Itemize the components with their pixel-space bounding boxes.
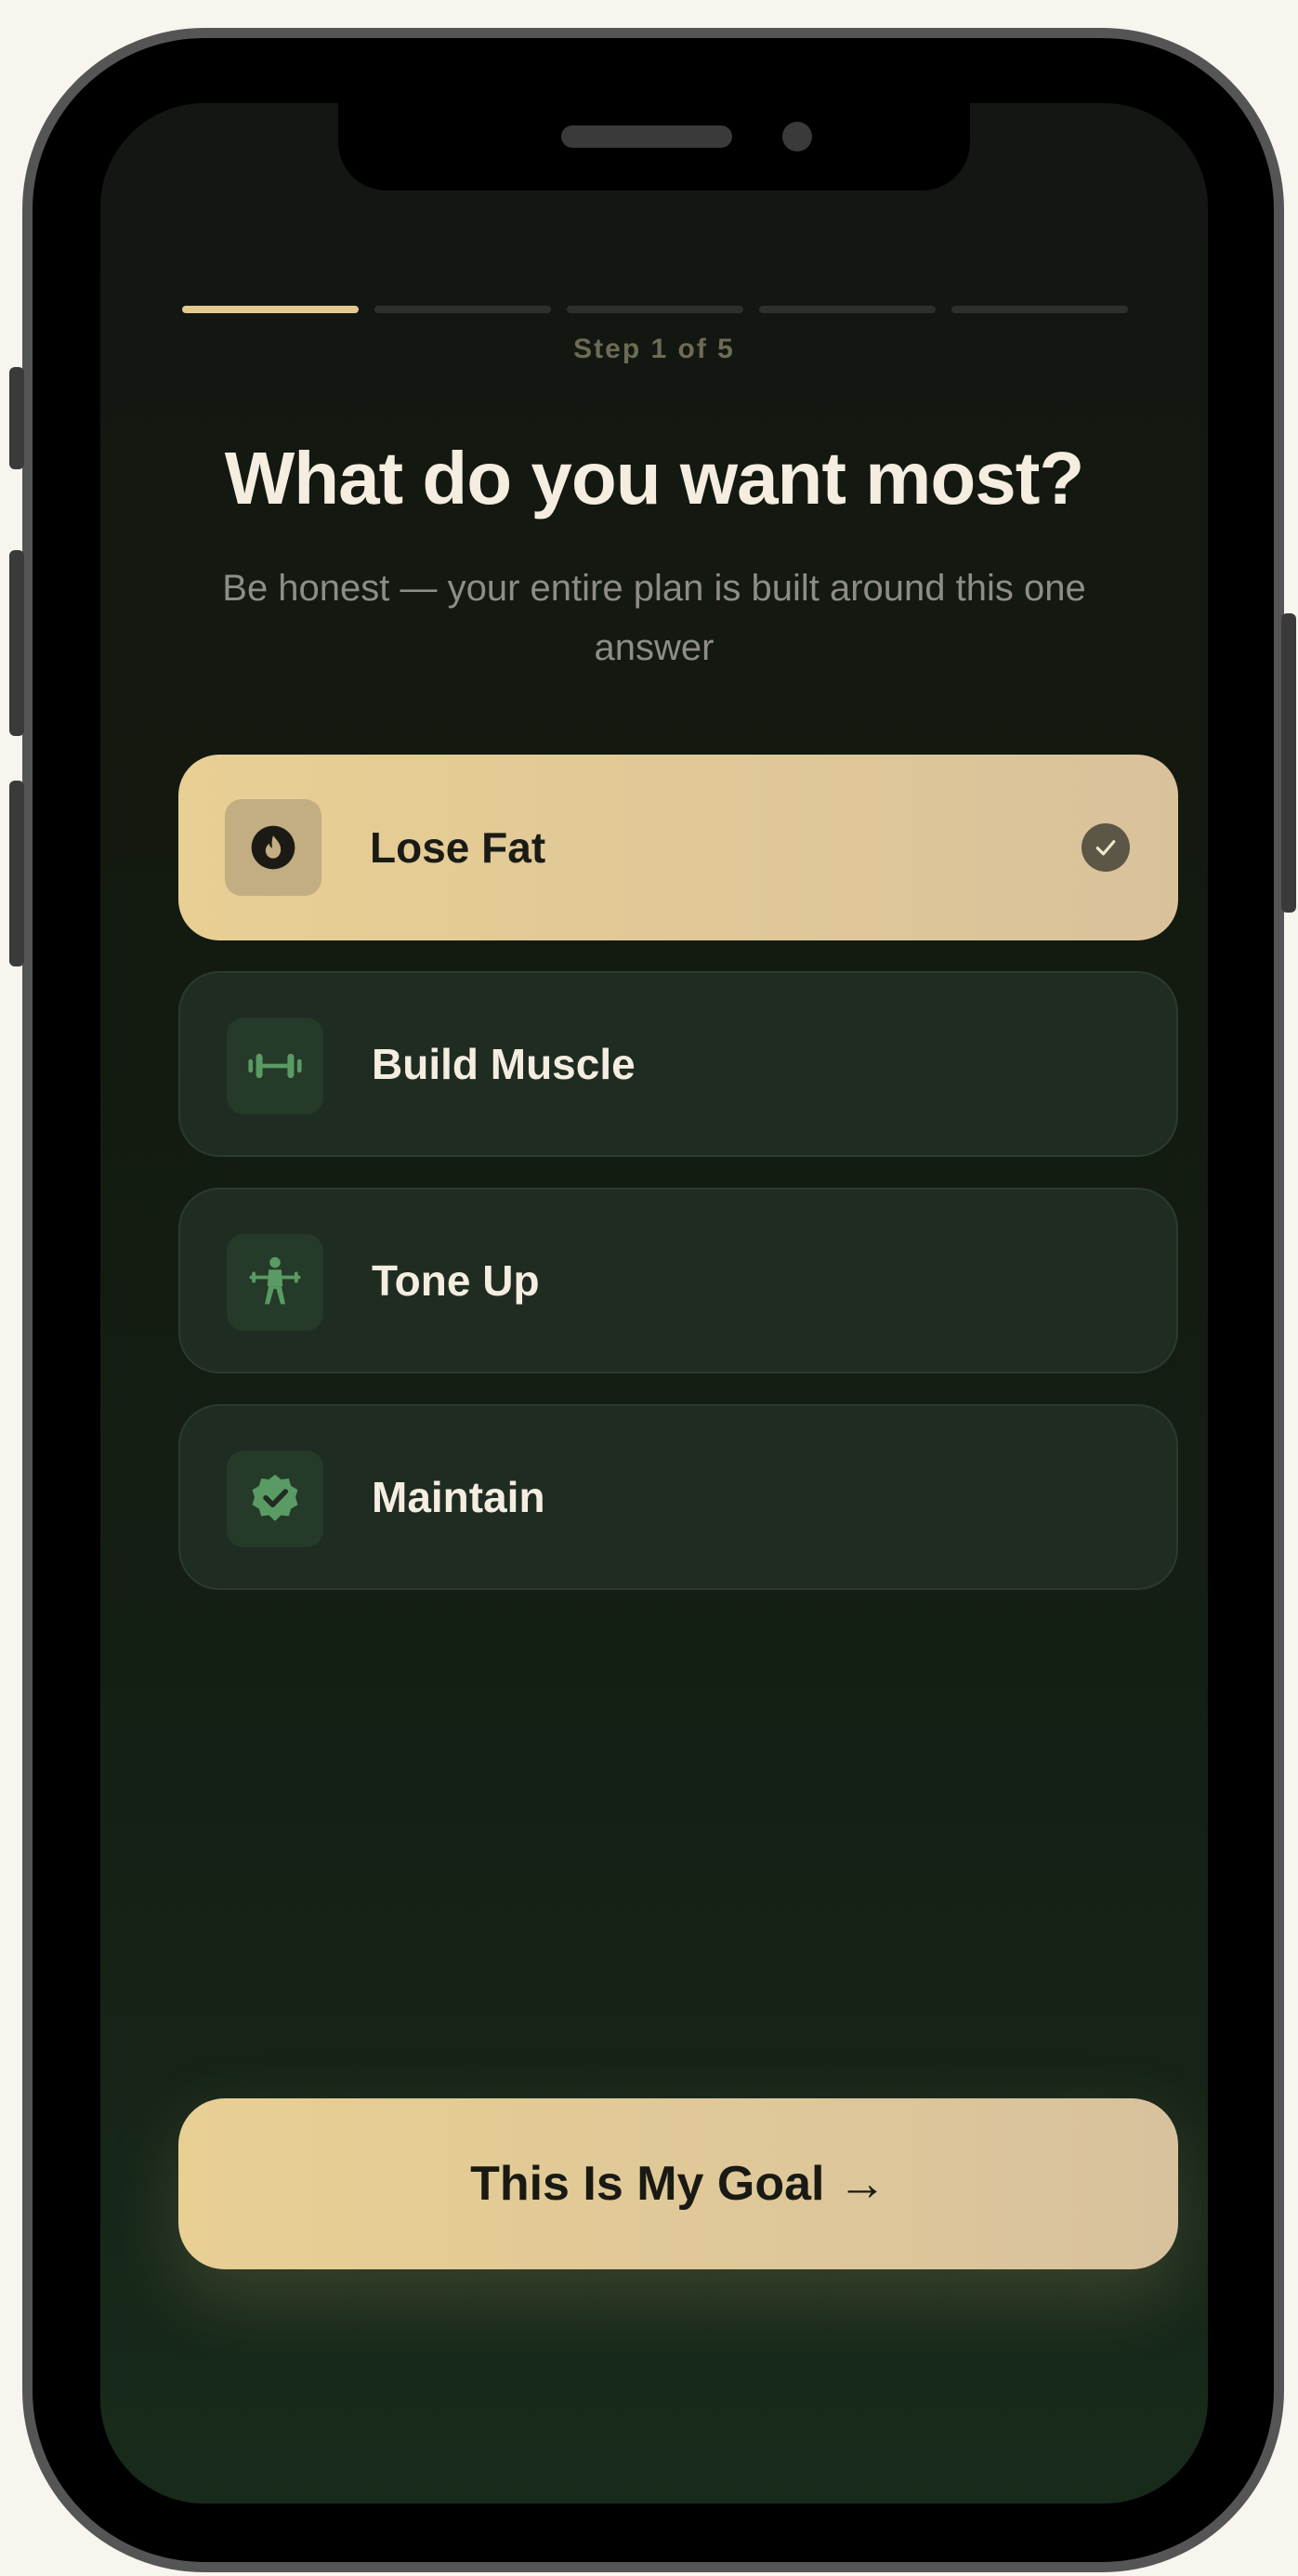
check-icon: [1082, 823, 1130, 872]
step-progress-bar: [182, 306, 1128, 313]
progress-segment-4: [759, 306, 936, 313]
flame-icon: [225, 799, 321, 896]
progress-segment-3: [567, 306, 743, 313]
goal-option-label: Build Muscle: [372, 1040, 636, 1088]
goal-option-maintain[interactable]: Maintain: [178, 1404, 1178, 1590]
page-title: What do you want most?: [224, 437, 1085, 519]
volume-down-button: [9, 781, 24, 966]
weightlifter-icon: [227, 1234, 323, 1331]
goal-option-build-muscle[interactable]: Build Muscle: [178, 971, 1178, 1157]
progress-segment-1: [182, 306, 359, 313]
speaker-grille: [561, 125, 732, 148]
step-label: Step 1 of 5: [573, 334, 735, 364]
page-subtitle: Be honest — your entire plan is built ar…: [222, 568, 1086, 668]
goal-option-label: Maintain: [372, 1473, 545, 1521]
notch: [338, 103, 970, 191]
goal-option-label: Tone Up: [372, 1256, 540, 1305]
goal-option-lose-fat[interactable]: Lose Fat: [178, 755, 1178, 940]
confirm-goal-button[interactable]: This Is My Goal →: [178, 2098, 1178, 2269]
verified-badge-icon: [227, 1451, 323, 1547]
silent-switch: [9, 367, 24, 469]
volume-up-button: [9, 550, 24, 736]
goal-option-label: Lose Fat: [370, 823, 546, 872]
goal-option-tone-up[interactable]: Tone Up: [178, 1188, 1178, 1373]
app-screen: Step 1 of 5 What do you want most? Be ho…: [100, 103, 1208, 2504]
dumbbell-icon: [227, 1018, 323, 1114]
power-button: [1281, 613, 1296, 913]
progress-segment-5: [951, 306, 1128, 313]
front-camera: [782, 122, 812, 151]
progress-segment-2: [374, 306, 551, 313]
